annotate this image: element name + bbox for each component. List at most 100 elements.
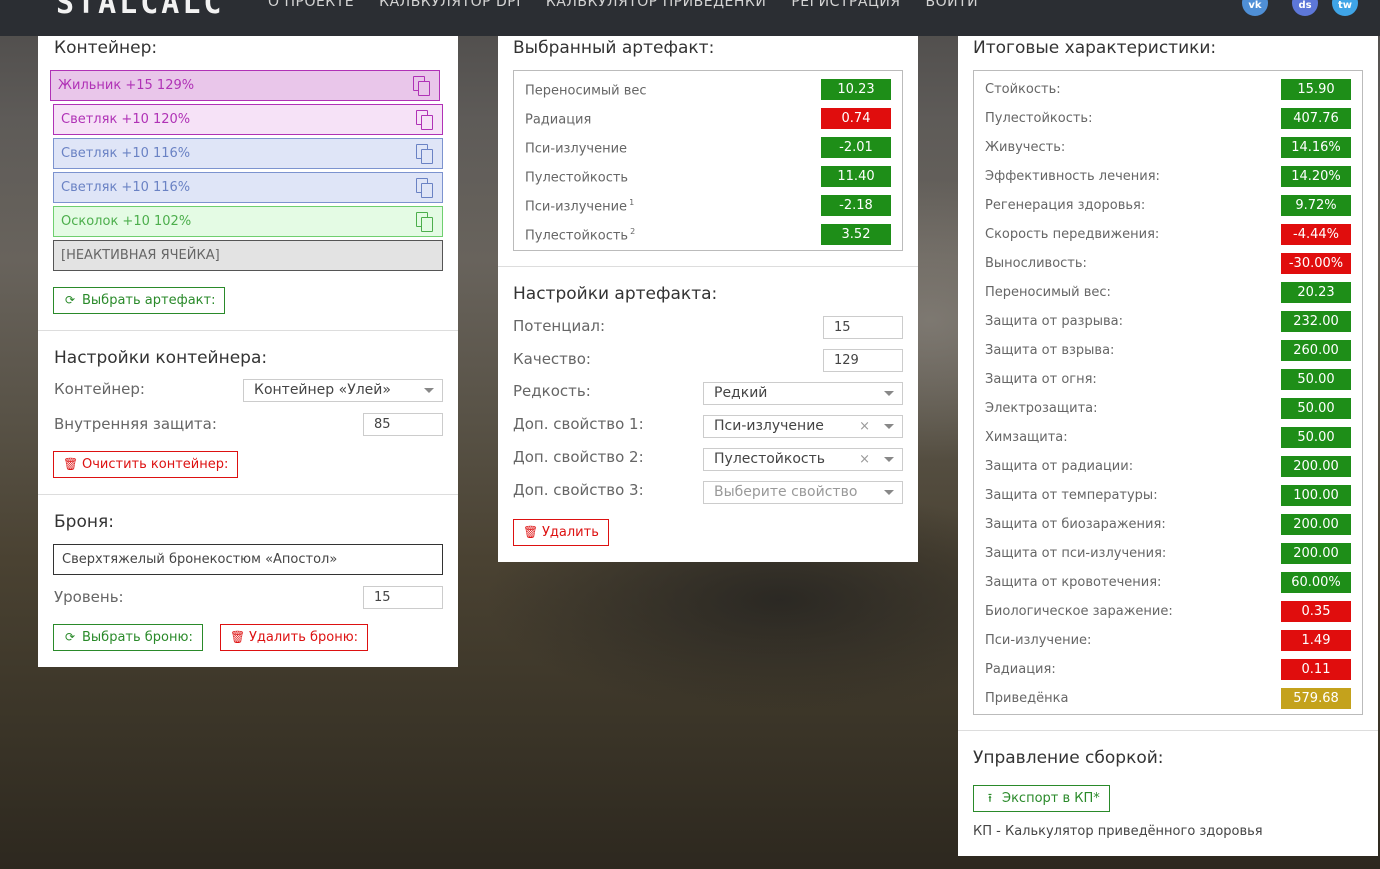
stat-name: Стойкость: xyxy=(985,82,1061,97)
choose-armor-button[interactable]: ⟳ Выбрать броню: xyxy=(53,624,203,651)
stat-value: 3.52 xyxy=(821,224,891,245)
choose-artifact-button[interactable]: ⟳ Выбрать артефакт: xyxy=(53,287,226,314)
rarity-select[interactable]: Редкий xyxy=(703,382,903,405)
stat-name: Защита от биозаражения: xyxy=(985,517,1166,532)
stat-value: -2.18 xyxy=(821,195,891,216)
export-label: Экспорт в КП* xyxy=(1002,791,1100,806)
stat-name: Защита от разрыва: xyxy=(985,314,1123,329)
container-type-select[interactable]: Контейнер «Улей» xyxy=(243,379,443,402)
armor-level-label: Уровень: xyxy=(54,588,124,606)
artifact-slot-4[interactable]: Светляк +10 116% xyxy=(53,172,443,203)
stat-name: Защита от радиации: xyxy=(985,459,1134,474)
inner-protection-label: Внутренняя защита: xyxy=(54,415,217,433)
extra-property-3-select[interactable]: Выберите свойство xyxy=(703,481,903,504)
trash-icon: 🗑 xyxy=(63,457,79,471)
nav-reduced-calculator-link[interactable]: КАЛЬКУЛЯТОР ПРИВЕДЕНКИ xyxy=(546,0,766,10)
stat-name: Выносливость: xyxy=(985,256,1087,271)
stat-row: Защита от огня: 50.00 xyxy=(974,365,1362,394)
nav-login-link[interactable]: ВОЙТИ xyxy=(926,0,979,10)
stat-row: Защита от биозаражения: 200.00 xyxy=(974,510,1362,539)
discord-icon-glyph: ds xyxy=(1298,0,1312,11)
stat-row: Живучесть: 14.16% xyxy=(974,133,1362,162)
potential-input[interactable]: 15 xyxy=(823,316,903,339)
vk-icon[interactable]: vk xyxy=(1242,0,1268,16)
discord-icon[interactable]: ds xyxy=(1292,0,1318,16)
stat-value: 15.90 xyxy=(1281,79,1351,100)
clear-container-button[interactable]: 🗑 Очистить контейнер: xyxy=(53,451,239,478)
quality-input[interactable]: 129 xyxy=(823,349,903,372)
stat-row: Регенерация здоровья: 9.72% xyxy=(974,191,1362,220)
artifact-slot-2[interactable]: Светляк +10 120% xyxy=(53,104,443,135)
potential-label: Потенциал: xyxy=(513,317,606,335)
artifact-slot-1[interactable]: Жильник +15 129% xyxy=(50,70,440,101)
main-nav: О ПРОЕКТЕ КАЛЬКУЛЯТОР DPI КАЛЬКУЛЯТОР ПР… xyxy=(268,0,978,10)
stat-row: Стойкость: 15.90 xyxy=(974,75,1362,104)
copy-icon[interactable] xyxy=(416,110,434,130)
divider xyxy=(498,266,918,267)
build-management-title: Управление сборкой: xyxy=(973,748,1164,768)
stat-name: Защита от пси-излучения: xyxy=(985,546,1167,561)
stat-row: Пулестойкость: 407.76 xyxy=(974,104,1362,133)
chevron-down-icon xyxy=(884,391,894,396)
stat-value: 50.00 xyxy=(1281,398,1351,419)
selected-artifact-panel: Выбранный артефакт: Переносимый вес 10.2… xyxy=(498,36,918,562)
clear-icon[interactable]: × xyxy=(859,416,870,437)
stat-name: Скорость передвижения: xyxy=(985,227,1160,242)
trash-icon: 🗑 xyxy=(523,525,539,539)
artifact-slot-label: Светляк +10 120% xyxy=(61,112,191,127)
stat-name: Защита от огня: xyxy=(985,372,1097,387)
copy-icon[interactable] xyxy=(416,178,434,198)
artifact-settings-title: Настройки артефакта: xyxy=(513,284,718,304)
extra-property-2-label: Доп. свойство 2: xyxy=(513,448,644,466)
copy-icon[interactable] xyxy=(416,144,434,164)
nav-about-link[interactable]: О ПРОЕКТЕ xyxy=(268,0,354,10)
stat-row: Защита от пси-излучения: 200.00 xyxy=(974,539,1362,568)
armor-field[interactable]: Сверхтяжелый бронекостюм «Апостол» xyxy=(53,544,443,575)
refresh-icon: ⟳ xyxy=(64,630,76,644)
stat-row: Пси-излучение 1 -2.18 xyxy=(514,191,902,220)
stat-value: 407.76 xyxy=(1281,108,1351,129)
copy-icon[interactable] xyxy=(416,212,434,232)
extra-property-1-select[interactable]: Пси-излучение × xyxy=(703,415,903,438)
copy-icon[interactable] xyxy=(413,76,431,96)
stat-name: Пулестойкость 2 xyxy=(525,227,636,244)
clear-icon[interactable]: × xyxy=(859,449,870,470)
delete-armor-button[interactable]: 🗑 Удалить броню: xyxy=(220,624,369,651)
inner-protection-input[interactable]: 85 xyxy=(363,413,443,436)
container-panel: Контейнер: Жильник +15 129% Светляк +10 … xyxy=(38,36,458,667)
stat-name: Пулестойкость: xyxy=(985,111,1093,126)
rarity-label: Редкость: xyxy=(513,382,591,400)
stat-value: 0.35 xyxy=(1281,601,1351,622)
artifact-stats-table: Переносимый вес 10.23 Радиация 0.74 Пси-… xyxy=(513,70,903,251)
artifact-slot-label: Жильник +15 129% xyxy=(58,78,195,93)
stat-name: Живучесть: xyxy=(985,140,1066,155)
stat-row: Переносимый вес 10.23 xyxy=(514,75,902,104)
artifact-slot-label: Светляк +10 116% xyxy=(61,180,191,195)
stat-value: -4.44% xyxy=(1281,224,1351,245)
artifact-slot-5[interactable]: Осколок +10 102% xyxy=(53,206,443,237)
artifact-slot-label: [НЕАКТИВНАЯ ЯЧЕЙКА] xyxy=(61,248,220,263)
stat-value: 200.00 xyxy=(1281,514,1351,535)
armor-level-input[interactable]: 15 xyxy=(363,586,443,609)
twitter-icon[interactable]: tw xyxy=(1332,0,1358,16)
stat-row: Защита от кровотечения: 60.00% xyxy=(974,568,1362,597)
stat-row: Скорость передвижения: -4.44% xyxy=(974,220,1362,249)
stat-value: 14.16% xyxy=(1281,137,1351,158)
delete-artifact-button[interactable]: 🗑 Удалить xyxy=(513,519,609,546)
stat-name: Переносимый вес xyxy=(525,83,647,99)
nav-register-link[interactable]: РЕГИСТРАЦИЯ xyxy=(791,0,900,10)
container-settings-title: Настройки контейнера: xyxy=(54,348,268,368)
site-logo[interactable]: STALCALC xyxy=(56,0,225,21)
extra-property-2-select[interactable]: Пулестойкость × xyxy=(703,448,903,471)
export-button[interactable]: ⭱ Экспорт в КП* xyxy=(973,785,1110,812)
stat-row: Пулестойкость 2 3.52 xyxy=(514,220,902,249)
stat-row: Биологическое заражение: 0.35 xyxy=(974,597,1362,626)
nav-dpi-calculator-link[interactable]: КАЛЬКУЛЯТОР DPI xyxy=(379,0,521,10)
artifact-slot-label: Светляк +10 116% xyxy=(61,146,191,161)
stat-row: Химзащита: 50.00 xyxy=(974,423,1362,452)
stat-row: Защита от температуры: 100.00 xyxy=(974,481,1362,510)
stat-value: 14.20% xyxy=(1281,166,1351,187)
stat-name: Приведёнка xyxy=(985,691,1069,706)
artifact-slot-3[interactable]: Светляк +10 116% xyxy=(53,138,443,169)
top-navigation-bar: STALCALC О ПРОЕКТЕ КАЛЬКУЛЯТОР DPI КАЛЬК… xyxy=(0,0,1380,36)
